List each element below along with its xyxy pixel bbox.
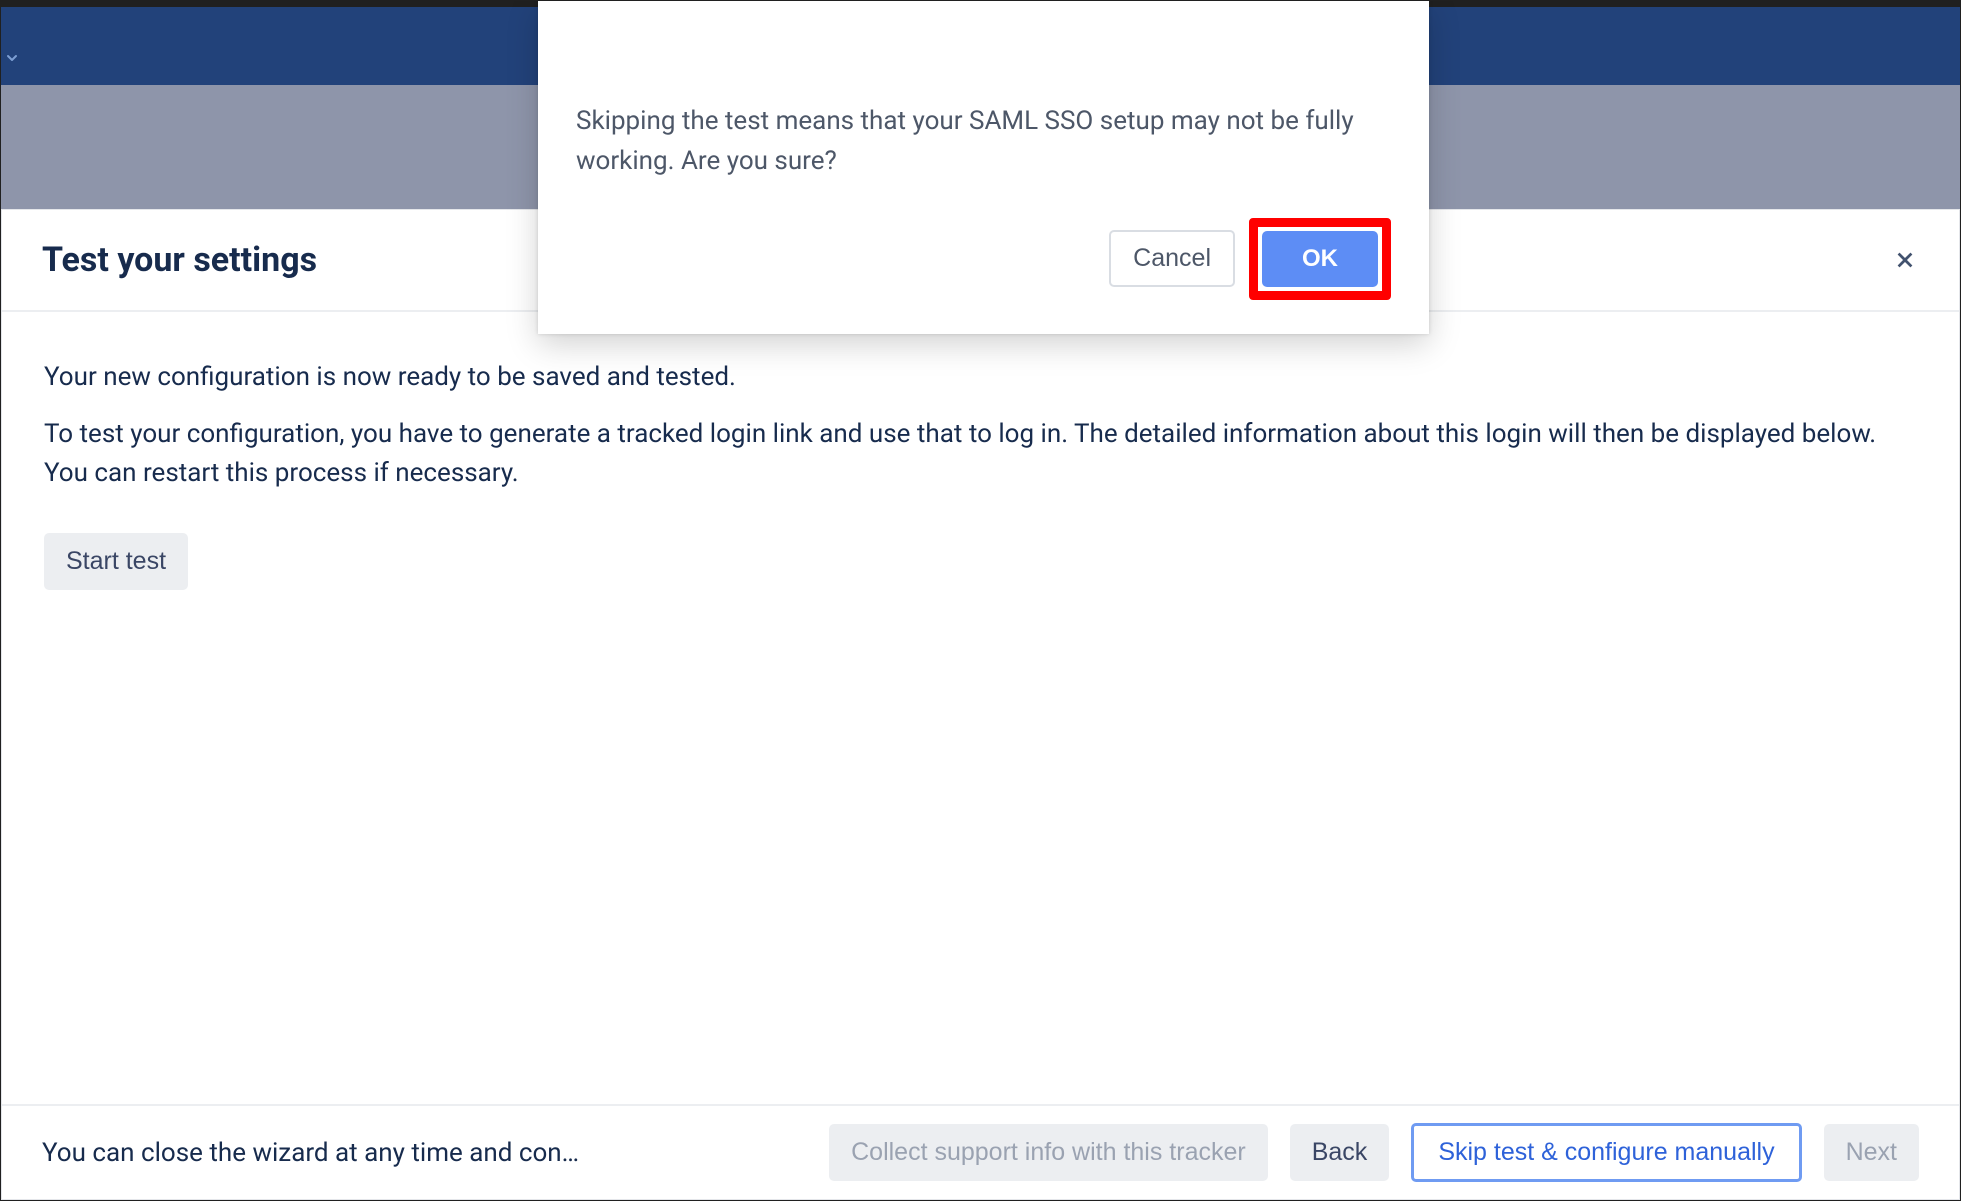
start-test-button[interactable]: Start test [44, 533, 188, 590]
confirm-skip-modal: Skipping the test means that your SAML S… [538, 1, 1429, 334]
collect-support-info-button[interactable]: Collect support info with this tracker [829, 1124, 1268, 1181]
modal-actions: Cancel OK [576, 218, 1391, 300]
panel-body: Your new configuration is now ready to b… [2, 312, 1959, 610]
skip-test-button[interactable]: Skip test & configure manually [1411, 1123, 1801, 1182]
modal-message: Skipping the test means that your SAML S… [576, 101, 1366, 182]
wizard-panel: Test your settings Your new configuratio… [1, 209, 1960, 1200]
footer-hint-text: You can close the wizard at any time and… [42, 1138, 579, 1168]
next-button[interactable]: Next [1824, 1124, 1919, 1181]
ok-button-highlight: OK [1249, 218, 1391, 300]
cancel-button[interactable]: Cancel [1109, 230, 1235, 287]
back-button[interactable]: Back [1290, 1124, 1390, 1181]
chevron-down-icon[interactable] [3, 49, 21, 67]
close-icon[interactable] [1891, 246, 1919, 274]
ok-button[interactable]: OK [1262, 231, 1378, 287]
panel-footer: You can close the wizard at any time and… [2, 1104, 1959, 1199]
page-title: Test your settings [42, 240, 317, 280]
intro-text-2: To test your configuration, you have to … [44, 415, 1917, 493]
intro-text-1: Your new configuration is now ready to b… [44, 358, 1917, 397]
